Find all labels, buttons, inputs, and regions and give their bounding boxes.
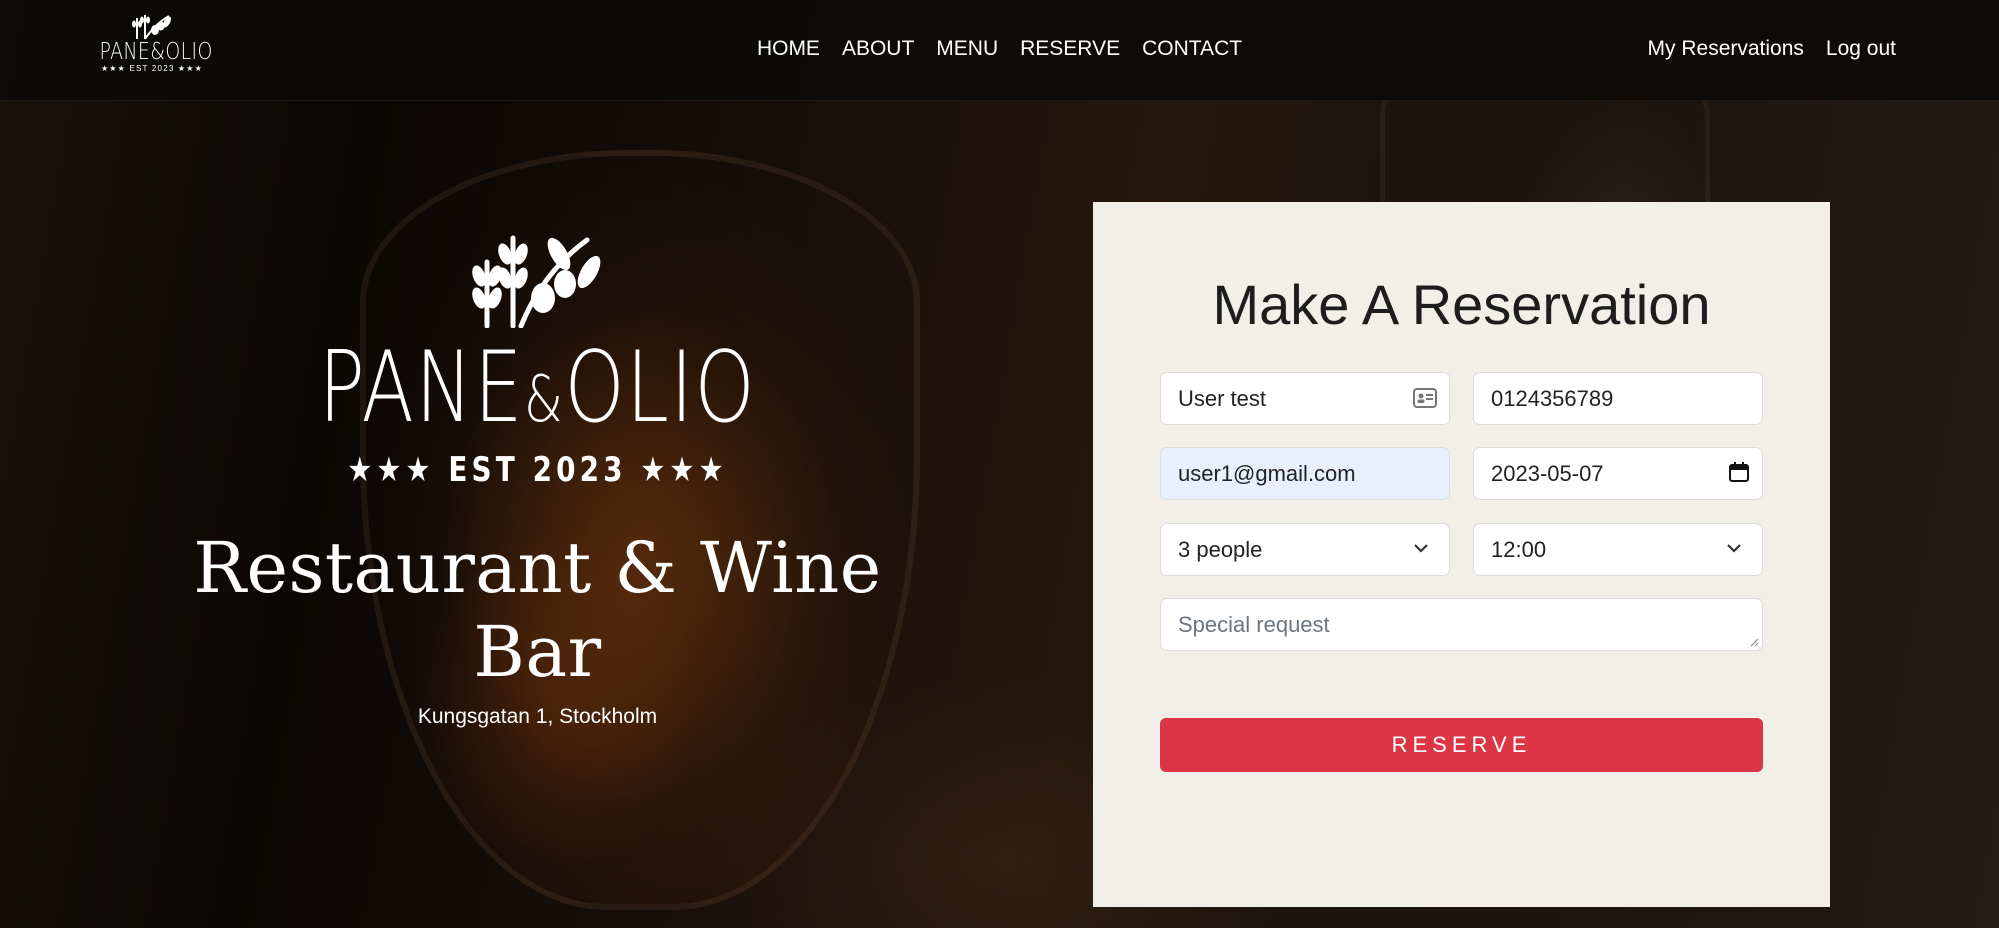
time-select[interactable]: 12:00 (1473, 523, 1763, 576)
contact-card-icon (1413, 388, 1437, 408)
people-select-value: 3 people (1178, 537, 1263, 562)
name-field-value: User test (1178, 386, 1267, 411)
date-field[interactable]: 2023-05-07 (1473, 447, 1763, 500)
hero-logo (130, 232, 945, 328)
name-field[interactable]: User test (1160, 372, 1450, 425)
nav-home[interactable]: HOME (757, 36, 820, 62)
reservation-form-card: Make A Reservation User test 0124356789 … (1093, 202, 1830, 907)
nav-contact[interactable]: CONTACT (1142, 36, 1242, 62)
nav-my-reservations[interactable]: My Reservations (1648, 36, 1804, 62)
nav-logout[interactable]: Log out (1826, 36, 1896, 62)
time-select-value: 12:00 (1491, 537, 1547, 562)
people-select[interactable]: 3 people (1160, 523, 1450, 576)
special-request-placeholder: Special request (1178, 612, 1330, 637)
hero-tagline: Restaurant & Wine Bar (193, 527, 882, 693)
hero-brand-name: PANE&OLIO (318, 331, 757, 445)
email-field-value: user1@gmail.com (1178, 461, 1356, 486)
chevron-down-icon (1414, 544, 1428, 553)
date-field-value: 2023-05-07 (1491, 461, 1604, 486)
olive-wheat-logo-icon (471, 235, 600, 328)
chevron-down-icon (1727, 544, 1741, 553)
email-field[interactable]: user1@gmail.com (1160, 447, 1450, 500)
nav-reserve[interactable]: RESERVE (1020, 36, 1120, 62)
hero-est: ★★★ EST 2023 ★★★ (347, 450, 728, 490)
calendar-icon[interactable] (1728, 461, 1750, 483)
hero-address: Kungsgatan 1, Stockholm (417, 705, 658, 728)
special-request-textarea[interactable]: Special request (1160, 598, 1763, 651)
hero-branding: PANE&OLIO ★★★ EST 2023 ★★★ Restaurant & … (130, 232, 945, 730)
phone-field[interactable]: 0124356789 (1473, 372, 1763, 425)
phone-field-value: 0124356789 (1491, 386, 1614, 411)
nav-menu[interactable]: MENU (936, 36, 998, 62)
reserve-button[interactable]: RESERVE (1160, 718, 1763, 772)
nav-logo-est: ★★★ EST 2023 ★★★ (100, 64, 204, 73)
top-navbar: PANE&OLIO ★★★ EST 2023 ★★★ HOME ABOUT ME… (0, 0, 1999, 101)
resize-grip-icon[interactable] (1749, 637, 1759, 647)
nav-about[interactable]: ABOUT (842, 36, 914, 62)
form-title: Make A Reservation (1212, 273, 1711, 336)
user-nav: My Reservations Log out (1648, 36, 1896, 62)
